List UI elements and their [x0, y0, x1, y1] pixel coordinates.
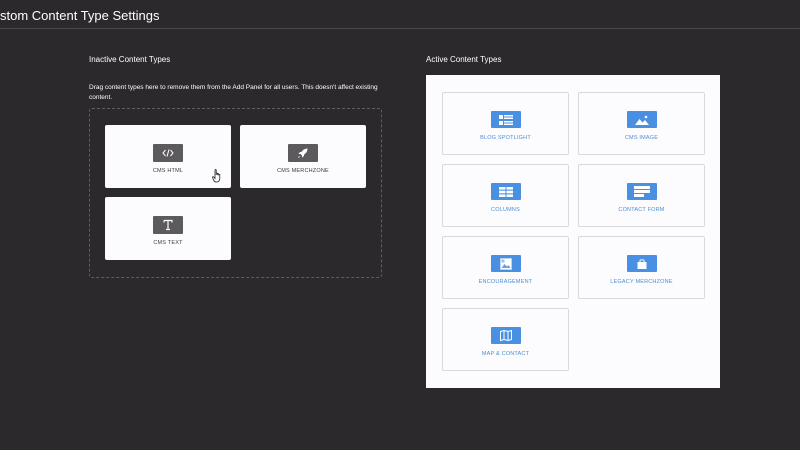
card-label: MAP & CONTACT — [481, 351, 530, 357]
content-type-card-contact-form[interactable]: CONTACT FORM — [578, 164, 705, 227]
text-icon — [153, 216, 183, 234]
broken-image-icon — [490, 255, 521, 272]
code-icon — [153, 144, 183, 162]
card-label: CMS MERCHZONE — [277, 168, 329, 174]
card-label: LEGACY MERCHZONE — [610, 279, 673, 285]
content-type-card-cms-image[interactable]: CMS IMAGE — [578, 92, 705, 155]
bag-icon — [626, 255, 657, 272]
content-type-card-blog-spotlight[interactable]: BLOG SPOTLIGHT — [442, 92, 569, 155]
content-type-card-columns[interactable]: COLUMNS — [442, 164, 569, 227]
content-type-card-map-contact[interactable]: MAP & CONTACT — [442, 308, 569, 371]
content-type-card-cms-merchzone[interactable]: CMS MERCHZONE — [240, 125, 366, 188]
card-label: ENCOURAGEMENT — [478, 279, 533, 285]
card-label: BLOG SPOTLIGHT — [480, 135, 531, 141]
content-type-card-legacy-merchzone[interactable]: LEGACY MERCHZONE — [578, 236, 705, 299]
card-label: CMS TEXT — [153, 240, 183, 246]
inactive-dropzone[interactable]: CMS HTML CMS MERCHZONE CMS TEXT — [89, 108, 382, 278]
inactive-help-text: Drag content types here to remove them f… — [89, 84, 378, 101]
card-label: CONTACT FORM — [618, 207, 665, 213]
hand-cursor-icon — [212, 169, 223, 188]
rocket-icon — [288, 144, 318, 162]
active-dropzone[interactable]: BLOG SPOTLIGHT CMS IMAGE COLUMNS CONTACT… — [426, 75, 720, 388]
map-icon — [490, 327, 521, 344]
image-icon — [626, 111, 657, 128]
content-type-card-cms-text[interactable]: CMS TEXT — [105, 197, 231, 260]
card-label: CMS HTML — [152, 168, 184, 174]
page-title: stom Content Type Settings — [0, 8, 160, 23]
card-label: COLUMNS — [491, 207, 520, 213]
list-icon — [490, 111, 521, 128]
page-header: stom Content Type Settings — [0, 0, 800, 29]
content-type-card-encouragement[interactable]: ENCOURAGEMENT — [442, 236, 569, 299]
form-icon — [626, 183, 657, 200]
columns-icon — [490, 183, 521, 200]
card-label: CMS IMAGE — [624, 135, 659, 141]
active-section-title: Active Content Types — [426, 55, 502, 64]
inactive-section-title: Inactive Content Types — [89, 55, 171, 64]
